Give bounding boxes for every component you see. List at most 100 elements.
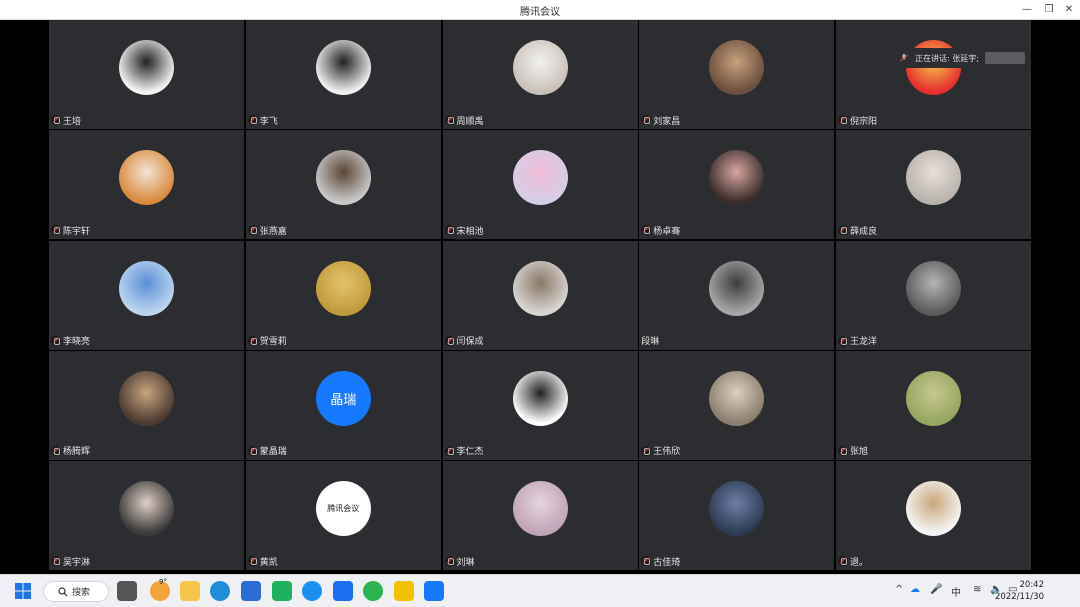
participant-tile[interactable]: 闫保成 [442,240,638,350]
participant-name: 李仁杰 [456,447,484,458]
system-clock[interactable]: 20:42 2022/11/30 [995,579,1044,603]
muted-mic-icon [838,335,848,346]
participant-tile[interactable]: 王培 [49,20,244,129]
participant-tile[interactable]: 刘琳 [442,461,638,570]
participant-tile[interactable]: 晶瑞 蒙晶瑞 [245,350,441,460]
title-bar: 腾讯会议 — ❐ ✕ [0,0,1080,20]
participant-name: 杨卓骞 [653,226,681,237]
muted-mic-icon [838,115,848,125]
muted-mic-icon [641,225,652,236]
clock-time: 20:42 [1019,580,1045,590]
participant-name: 薛成良 [850,226,878,237]
edge-browser-icon[interactable] [210,581,230,601]
participant-avatar [709,150,765,206]
restore-button[interactable]: ❐ [1038,2,1060,18]
participant-tile[interactable]: 李飞 [245,20,441,129]
participant-avatar [315,260,371,316]
participant-avatar: 晶瑞 [315,370,371,426]
audio-level-bar [984,52,1025,64]
app-green-icon[interactable] [272,581,292,601]
muted-mic-icon [444,556,455,566]
participant-name: 刘琳 [456,557,475,568]
participant-nameplate: 陈宇轩 [51,223,90,237]
wechat-icon[interactable] [363,581,383,601]
muted-mic-icon [444,225,455,236]
participant-name: 周顺禹 [456,116,484,127]
participant-avatar [512,40,568,95]
minimize-button[interactable]: — [1016,2,1038,18]
weather-icon[interactable]: 9° [150,578,170,601]
participant-tile[interactable]: 周顺禹 [442,20,638,129]
participant-nameplate: 张燕嘉 [247,223,287,237]
participant-tile[interactable]: 张旭 [836,350,1031,460]
muted-mic-icon [247,556,258,566]
avatar-text: 腾讯会议 [327,504,360,513]
participant-avatar [315,150,371,206]
participant-tile[interactable]: 倪宗阳 [836,20,1031,129]
participant-name: 刘家昌 [653,116,681,127]
participant-tile[interactable]: 刘家昌 [639,20,835,129]
participant-nameplate: 杨卓骞 [641,223,680,237]
participant-name: 吴宇淋 [63,557,91,568]
muted-mic-icon [444,445,455,456]
store-icon[interactable] [241,581,261,601]
participant-tile[interactable]: 段琳 [639,240,835,350]
participant-tile[interactable]: 退。 [836,461,1031,570]
input-method-indicator[interactable]: 中 [951,584,961,599]
close-button[interactable]: ✕ [1058,2,1080,18]
ie-browser-icon[interactable] [302,581,322,601]
muted-mic-icon [51,556,61,566]
participant-name: 古佳琦 [653,557,681,568]
task-view-icon[interactable] [117,581,137,601]
participant-tile[interactable]: 贺雪莉 [245,240,441,350]
participant-tile[interactable]: 吴宇淋 [49,461,244,570]
participant-tile[interactable]: 王伟欣 [639,350,835,460]
tray-mic-icon[interactable]: 🎤 [930,584,942,595]
participant-tile[interactable]: 杨腾辉 [49,350,244,460]
tencent-meeting-icon[interactable] [424,581,444,601]
tray-cloud-icon[interactable]: ☁ [910,584,920,595]
participant-nameplate: 倪宗阳 [838,113,877,127]
participant-avatar [512,150,568,206]
participant-name: 退。 [850,557,869,568]
participant-tile[interactable]: 李晓亮 [49,240,244,350]
participant-avatar [906,260,961,316]
participant-avatar [906,150,961,206]
participant-tile[interactable]: 薛成良 [836,130,1031,240]
windows-start-icon[interactable] [13,581,33,601]
participant-avatar [709,370,765,426]
taskbar: 搜索 9° ^ ☁ 🎤 中 ≋ 🔈 ▭ 20:42 2022/11/30 [0,574,1080,607]
wifi-icon[interactable]: ≋ [973,584,981,595]
muted-mic-icon [444,335,455,346]
participant-avatar [512,260,568,316]
participant-tile[interactable]: 李仁杰 [442,350,638,460]
participant-nameplate: 贺雪莉 [247,334,287,348]
participant-name: 杨腾辉 [63,447,91,458]
participant-nameplate: 周顺禹 [444,113,484,127]
participant-name: 陈宇轩 [63,226,91,237]
media-player-icon[interactable] [394,581,414,601]
search-box[interactable]: 搜索 [43,581,109,602]
participant-tile[interactable]: 陈宇轩 [49,130,244,240]
participant-nameplate: 吴宇淋 [51,554,90,568]
participant-avatar [119,370,174,426]
participant-avatar [512,481,568,536]
tray-expand-icon[interactable]: ^ [895,584,903,595]
lark-icon[interactable] [333,581,353,601]
participant-tile[interactable]: 王龙洋 [836,240,1031,350]
participant-nameplate: 段琳 [641,334,659,348]
participant-nameplate: 刘琳 [444,554,475,568]
participant-tile[interactable]: 宋相池 [442,130,638,240]
participant-grid: 王培 李飞 周顺禹 刘家昌 倪宗阳 陈宇轩 张燕嘉 宋相池 杨卓骞 薛成良 李晓亮 贺雪莉 闫保成 段琳王… [49,20,1031,574]
participant-tile[interactable]: 腾讯会议黄凯 [245,461,441,570]
participant-tile[interactable]: 张燕嘉 [245,130,441,240]
muted-mic-icon [641,445,652,456]
participant-nameplate: 黄凯 [247,554,278,568]
participant-tile[interactable]: 杨卓骞 [639,130,835,240]
meeting-stage: 王培 李飞 周顺禹 刘家昌 倪宗阳 陈宇轩 张燕嘉 宋相池 杨卓骞 薛成良 李晓亮 贺雪莉 闫保成 段琳王… [0,20,1080,574]
participant-tile[interactable]: 古佳琦 [639,461,835,570]
participant-nameplate: 古佳琦 [641,554,680,568]
file-explorer-icon[interactable] [180,581,200,601]
participant-name: 王伟欣 [653,447,681,458]
participant-name: 李飞 [259,116,278,127]
